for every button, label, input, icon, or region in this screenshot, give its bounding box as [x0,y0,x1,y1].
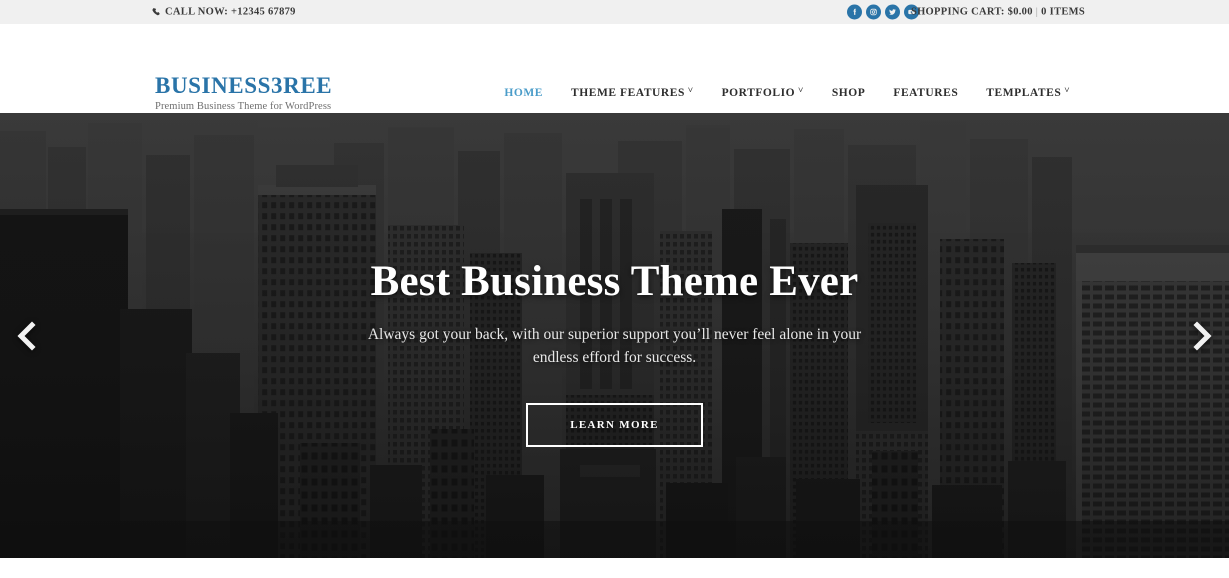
learn-more-button[interactable]: LEARN MORE [526,403,703,448]
twitter-icon[interactable] [885,4,900,20]
cart-item-count: 0 ITEMS [1041,6,1085,18]
chevron-right-icon [1192,320,1212,351]
cart-separator: | [1035,6,1039,18]
site-header: BUSINESS3REE Premium Business Theme for … [0,24,1229,113]
hero-slider: Best Business Theme Ever Always got your… [0,113,1229,558]
shopping-cart-status[interactable]: SHOPPING CART: $0.00 | 0 ITEMS [911,7,1085,18]
social-links [847,4,919,20]
nav-item-theme-features[interactable]: THEME FEATURES ˅ [557,84,708,99]
facebook-icon[interactable] [847,4,862,20]
slider-prev-button[interactable] [12,316,42,356]
hero-subtitle: Always got your back, with our superior … [367,326,862,366]
nav-item-shop[interactable]: SHOP [818,87,880,99]
nav-label-home: HOME [504,87,544,99]
nav-label-templates: TEMPLATES [986,87,1062,99]
call-now: CALL NOW: +12345 67879 [152,7,296,18]
chevron-left-icon [17,320,37,351]
chevron-down-icon: ˅ [687,84,694,95]
nav-item-home[interactable]: HOME [490,87,557,99]
instagram-icon[interactable] [866,4,881,20]
top-bar-inner: CALL NOW: +12345 67879 SHOPPING CART: $0… [0,0,1229,24]
slider-next-button[interactable] [1187,316,1217,356]
site-logo[interactable]: BUSINESS3REE [155,74,332,97]
top-bar: CALL NOW: +12345 67879 SHOPPING CART: $0… [0,0,1229,24]
nav-label-portfolio: PORTFOLIO [721,87,796,99]
nav-item-features[interactable]: FEATURES [879,87,972,99]
nav-label-features: FEATURES [893,87,959,99]
nav-label-shop: SHOP [831,87,866,99]
hero-content: Best Business Theme Ever Always got your… [0,113,1229,558]
phone-icon [152,8,161,17]
chevron-down-icon: ˅ [798,84,804,95]
hero-title: Best Business Theme Ever [370,258,859,305]
nav-item-portfolio[interactable]: PORTFOLIO ˅ [708,84,818,99]
call-now-text: CALL NOW: +12345 67879 [165,6,296,18]
cart-total: SHOPPING CART: $0.00 [910,6,1033,18]
main-navigation: HOME THEME FEATURES ˅ PORTFOLIO ˅ SHOP F… [490,84,1084,99]
site-tagline: Premium Business Theme for WordPress [155,101,332,112]
nav-item-templates[interactable]: TEMPLATES ˅ [972,84,1084,99]
logo-area[interactable]: BUSINESS3REE Premium Business Theme for … [155,74,332,112]
chevron-down-icon: ˅ [1064,84,1070,95]
nav-label-theme-features: THEME FEATURES [571,87,685,99]
